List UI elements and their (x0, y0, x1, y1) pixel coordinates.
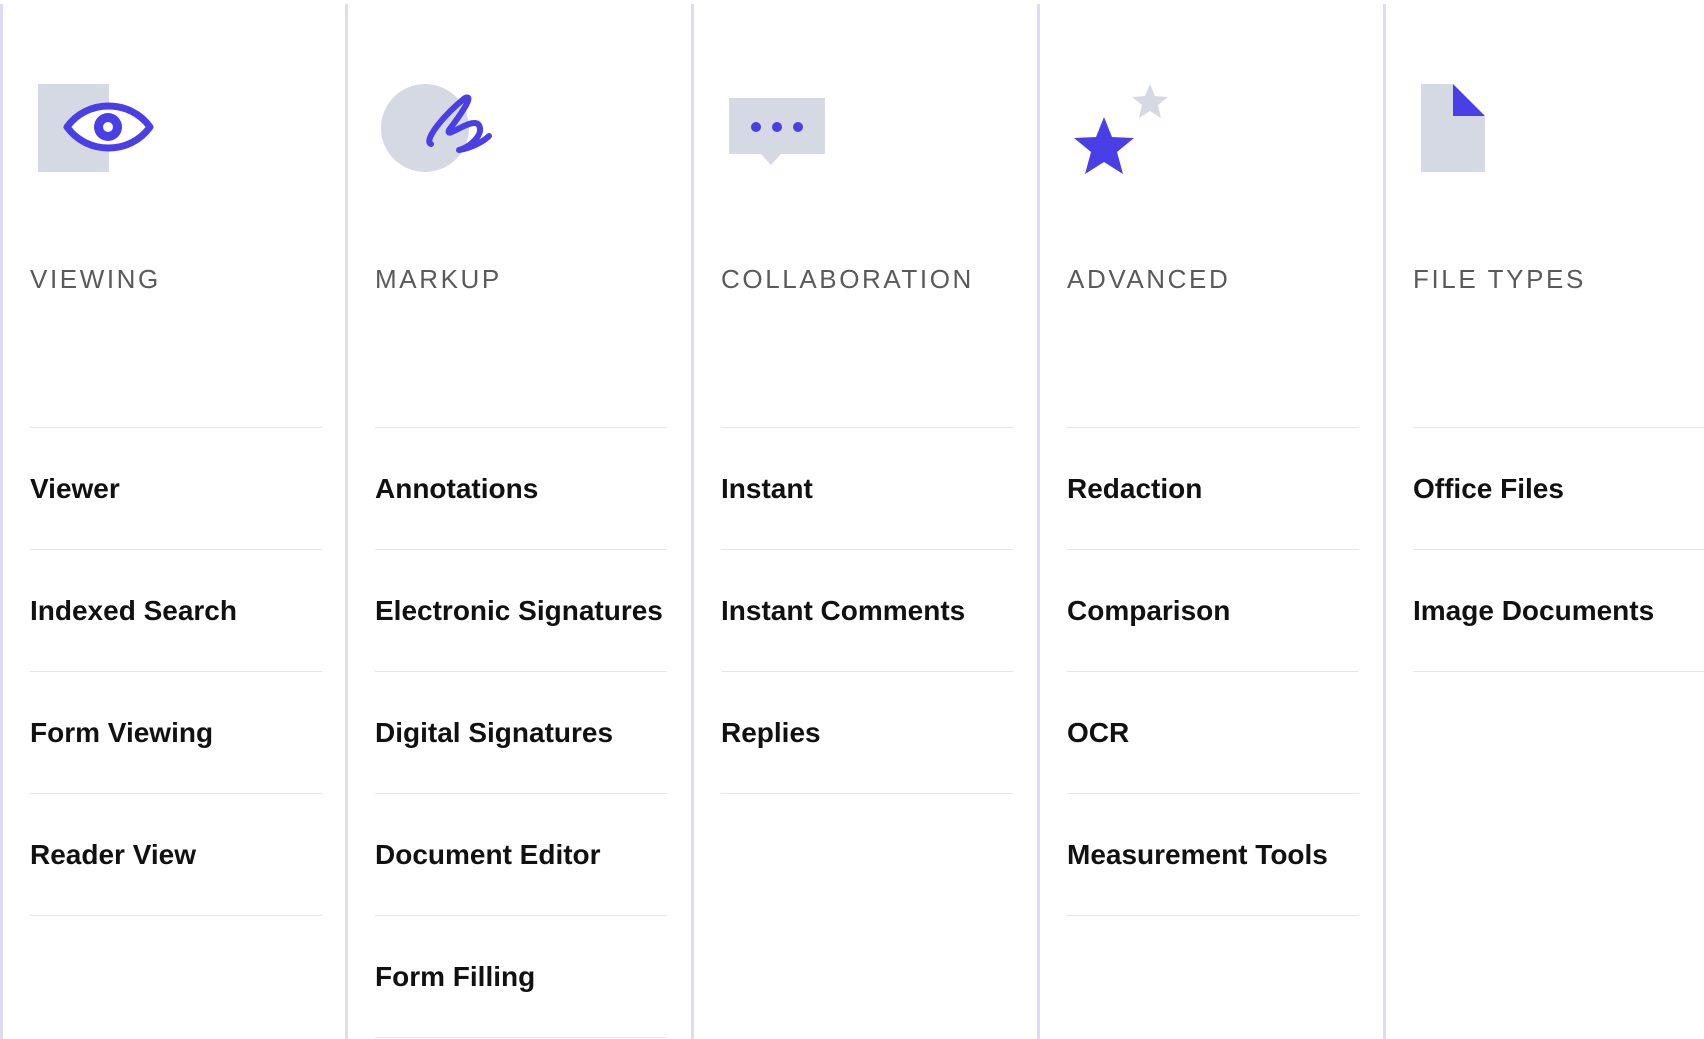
column-markup: MARKUP Annotations Electronic Signatures… (345, 4, 691, 1039)
feature-link-instant-comments[interactable]: Instant Comments (721, 550, 1013, 672)
feature-link-image-documents[interactable]: Image Documents (1413, 550, 1704, 672)
feature-link-office-files[interactable]: Office Files (1413, 428, 1704, 550)
feature-list: Annotations Electronic Signatures Digita… (375, 427, 667, 1038)
column-collaboration: COLLABORATION Instant Instant Comments R… (691, 4, 1037, 1039)
feature-link-measurement-tools[interactable]: Measurement Tools (1067, 794, 1359, 916)
column-heading: MARKUP (375, 264, 502, 294)
stars-icon (1067, 74, 1207, 194)
feature-link-reader-view[interactable]: Reader View (30, 794, 322, 916)
feature-link-form-filling[interactable]: Form Filling (375, 916, 667, 1038)
column-viewing: VIEWING Viewer Indexed Search Form Viewi… (0, 4, 346, 1039)
feature-link-annotations[interactable]: Annotations (375, 428, 667, 550)
feature-link-instant[interactable]: Instant (721, 428, 1013, 550)
document-icon (1413, 74, 1553, 194)
eye-icon (30, 74, 170, 194)
feature-link-digital-signatures[interactable]: Digital Signatures (375, 672, 667, 794)
column-heading: COLLABORATION (721, 264, 974, 294)
feature-menu: VIEWING Viewer Indexed Search Form Viewi… (0, 0, 1704, 1039)
feature-link-redaction[interactable]: Redaction (1067, 428, 1359, 550)
feature-link-viewer[interactable]: Viewer (30, 428, 322, 550)
feature-list: Instant Instant Comments Replies (721, 427, 1013, 794)
chat-bubble-icon (721, 74, 861, 194)
column-advanced: ADVANCED Redaction Comparison OCR Measur… (1037, 4, 1383, 1039)
feature-link-replies[interactable]: Replies (721, 672, 1013, 794)
feature-link-indexed-search[interactable]: Indexed Search (30, 550, 322, 672)
feature-link-form-viewing[interactable]: Form Viewing (30, 672, 322, 794)
feature-list: Office Files Image Documents (1413, 427, 1704, 672)
column-heading: FILE TYPES (1413, 264, 1586, 294)
column-heading: ADVANCED (1067, 264, 1231, 294)
feature-link-document-editor[interactable]: Document Editor (375, 794, 667, 916)
feature-list: Viewer Indexed Search Form Viewing Reade… (30, 427, 322, 916)
signature-scribble-icon (375, 74, 515, 194)
feature-list: Redaction Comparison OCR Measurement Too… (1067, 427, 1359, 916)
column-heading: VIEWING (30, 264, 161, 294)
feature-link-comparison[interactable]: Comparison (1067, 550, 1359, 672)
feature-link-ocr[interactable]: OCR (1067, 672, 1359, 794)
feature-link-electronic-signatures[interactable]: Electronic Signatures (375, 550, 667, 672)
column-file-types: FILE TYPES Office Files Image Documents (1383, 4, 1704, 1039)
